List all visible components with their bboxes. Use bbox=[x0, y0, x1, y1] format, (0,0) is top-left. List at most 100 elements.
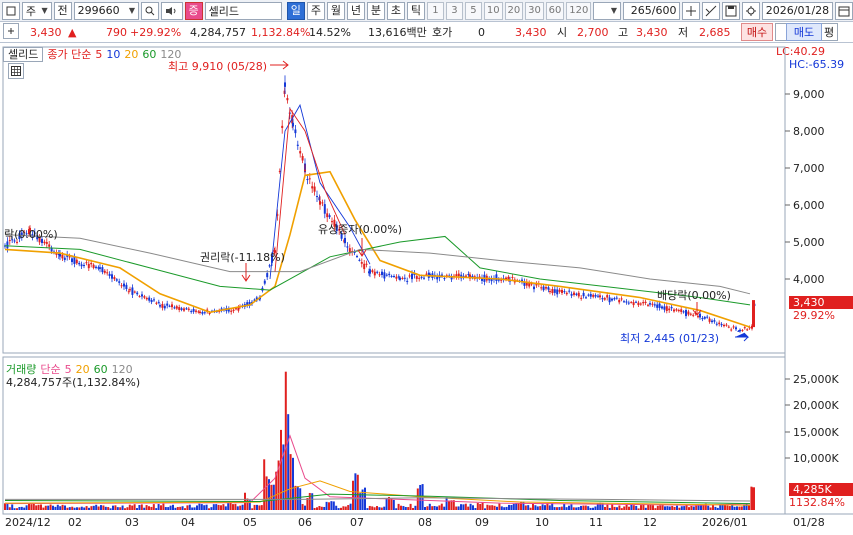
period-week-button[interactable]: 주 bbox=[306, 1, 325, 20]
volume-bar bbox=[476, 503, 479, 510]
interval-3-button[interactable]: 3 bbox=[445, 1, 463, 20]
volume-bar bbox=[344, 506, 347, 510]
speaker-icon[interactable] bbox=[160, 1, 183, 20]
period-month-button[interactable]: 월 bbox=[326, 1, 345, 20]
open-label: 시 bbox=[557, 26, 568, 39]
candle-body bbox=[166, 303, 169, 306]
calendar-icon[interactable] bbox=[835, 1, 853, 20]
candle-body bbox=[127, 291, 130, 293]
date-field[interactable]: 2026/01/28 bbox=[761, 1, 834, 20]
volume-bar bbox=[107, 507, 110, 510]
interval-5-button[interactable]: 5 bbox=[464, 1, 482, 20]
candle-body bbox=[708, 318, 711, 322]
cross-tool-icon[interactable] bbox=[682, 1, 701, 20]
candle-body bbox=[78, 262, 81, 265]
candle-body bbox=[732, 326, 735, 328]
volume-bar bbox=[83, 507, 86, 510]
low-note: 최저 2,445 (01/23) bbox=[620, 332, 720, 345]
volume-bar bbox=[352, 480, 354, 510]
period-minute-button[interactable]: 분 bbox=[366, 1, 385, 20]
volume-bar bbox=[611, 504, 614, 510]
vol-y-tick: 20,000K bbox=[793, 399, 839, 412]
period-second-button[interactable]: 초 bbox=[386, 1, 405, 20]
candle-body bbox=[45, 242, 48, 244]
stock-code-input[interactable]: 299660 ▼ bbox=[73, 1, 139, 20]
volume-bar bbox=[119, 507, 122, 510]
draw-tool-icon[interactable] bbox=[702, 1, 721, 20]
volume-bar bbox=[628, 506, 630, 510]
count-field[interactable]: 265/600 bbox=[623, 1, 681, 20]
interval-30-button[interactable]: 30 bbox=[525, 1, 544, 20]
volume-bar bbox=[707, 505, 710, 510]
market-select[interactable]: 주 ▼ bbox=[21, 1, 52, 20]
interval-10-button[interactable]: 10 bbox=[483, 1, 503, 20]
volume-bar bbox=[371, 506, 374, 510]
candle-body bbox=[138, 296, 141, 298]
volume-bar bbox=[589, 507, 592, 510]
x-tick: 12 bbox=[643, 516, 657, 529]
expand-icon[interactable] bbox=[3, 23, 19, 39]
interval-120-button[interactable]: 120 bbox=[566, 1, 592, 20]
volume-bar bbox=[145, 505, 148, 510]
buy-button[interactable]: 매수 bbox=[741, 23, 773, 41]
interval-20-button[interactable]: 20 bbox=[504, 1, 524, 20]
candle-body bbox=[83, 265, 85, 267]
candle-body bbox=[425, 273, 428, 275]
candle-body bbox=[71, 258, 73, 263]
candle-body bbox=[549, 291, 551, 293]
search-icon[interactable] bbox=[140, 1, 159, 20]
stock-name-field[interactable]: 셀리드 bbox=[204, 1, 282, 20]
volume-bar bbox=[424, 507, 426, 510]
interval-dropdown[interactable]: ▼ bbox=[593, 1, 621, 20]
volume-bar bbox=[488, 505, 491, 510]
volume-bar bbox=[95, 504, 98, 510]
candle-body bbox=[125, 284, 128, 290]
volume-bar bbox=[92, 505, 95, 510]
candle-body bbox=[625, 301, 628, 303]
candle-body bbox=[551, 289, 554, 294]
hc-label: HC:-65.39 bbox=[789, 58, 845, 71]
volume-bar bbox=[116, 507, 119, 510]
candle-body bbox=[568, 290, 571, 292]
candle-body bbox=[613, 298, 616, 300]
window-icon[interactable] bbox=[2, 1, 20, 20]
eval-button[interactable]: 평 bbox=[820, 23, 838, 41]
candle-body bbox=[647, 304, 649, 306]
volume-bar bbox=[258, 505, 261, 510]
candle-body bbox=[201, 312, 204, 314]
sell-button[interactable]: 매도 bbox=[786, 23, 822, 41]
period-day-button[interactable]: 일 bbox=[286, 1, 305, 20]
volume-bar bbox=[486, 504, 489, 510]
volume-bar bbox=[232, 504, 234, 510]
open-value: 2,700 bbox=[577, 25, 609, 39]
candle-body bbox=[268, 265, 271, 267]
volume-bar bbox=[508, 504, 510, 510]
period-year-button[interactable]: 년 bbox=[346, 1, 365, 20]
volume-bar bbox=[623, 506, 626, 510]
candle-body bbox=[157, 301, 160, 303]
candle-body bbox=[639, 303, 642, 305]
candle-body bbox=[545, 287, 547, 289]
period-tick-button[interactable]: 틱 bbox=[406, 1, 425, 20]
candle-body bbox=[308, 178, 311, 180]
candle-body bbox=[575, 293, 578, 295]
settings-icon[interactable] bbox=[741, 1, 760, 20]
candle-body bbox=[420, 276, 423, 278]
interval-1-button[interactable]: 1 bbox=[426, 1, 444, 20]
candle-body bbox=[388, 273, 391, 276]
volume-bar bbox=[416, 488, 419, 510]
candle-body bbox=[192, 308, 195, 312]
volume-bar bbox=[457, 506, 460, 510]
candle-body bbox=[61, 254, 64, 259]
high-note: 최고 9,910 (05/28) bbox=[168, 60, 268, 73]
save-icon[interactable] bbox=[722, 1, 740, 20]
volume-bar bbox=[220, 505, 222, 510]
interval-60-button[interactable]: 60 bbox=[545, 1, 565, 20]
candle-body bbox=[642, 302, 645, 304]
candle-body bbox=[561, 289, 563, 293]
volume-bar bbox=[644, 507, 647, 510]
prev-button[interactable]: 전 bbox=[53, 1, 72, 20]
vol-y-tick: 15,000K bbox=[793, 426, 839, 439]
volume-bar bbox=[308, 492, 311, 510]
candle-body bbox=[148, 297, 151, 301]
